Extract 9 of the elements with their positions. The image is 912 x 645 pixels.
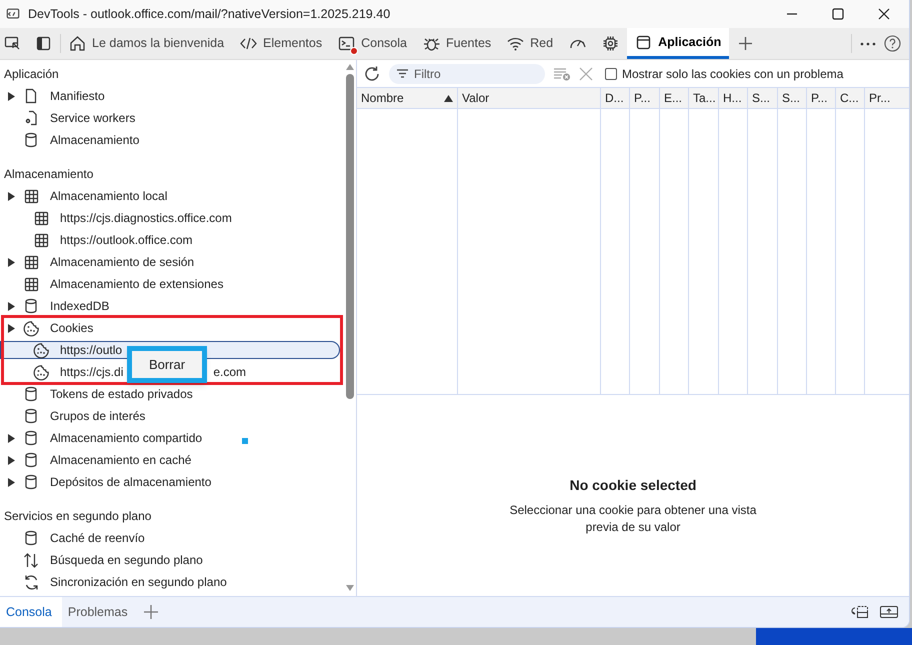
- preview-title: No cookie selected: [570, 476, 696, 495]
- preview-message: Seleccionar una cookie para obtener una vista previa de su valor: [508, 502, 758, 536]
- section-heading: Servicios en segundo plano: [4, 508, 152, 525]
- checkbox-label: Mostrar solo las cookies con un problema: [622, 66, 844, 82]
- tree-item-text: e.com: [213, 364, 246, 381]
- section-heading: Aplicación: [4, 66, 59, 83]
- tree-item-text: https://cjs.di: [60, 364, 124, 381]
- section-heading: Almacenamiento: [4, 166, 94, 183]
- window-title: DevTools - outlook.office.com/mail/?nativeVersion=1.2025.219.40: [28, 6, 390, 23]
